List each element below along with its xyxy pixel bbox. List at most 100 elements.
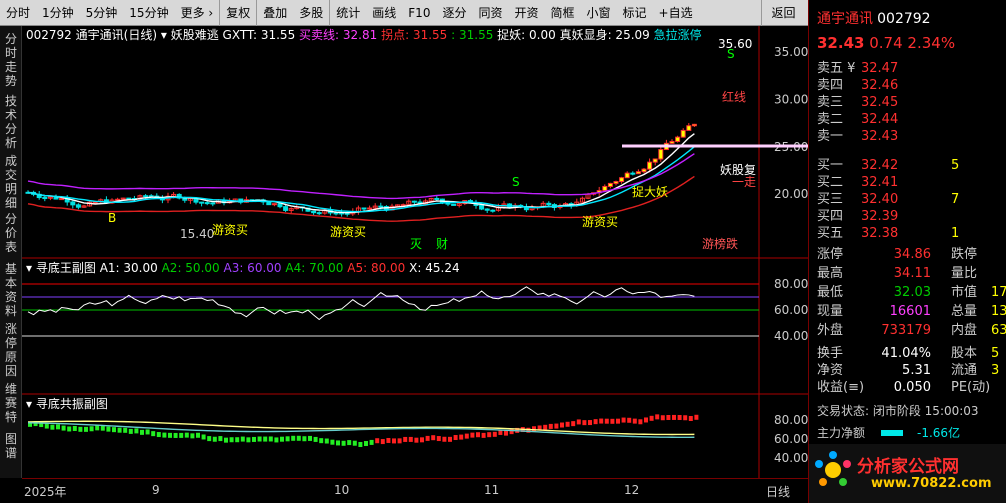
leftnav-item-1[interactable]: 技术分析 (4, 94, 18, 150)
quote-name: 通宇通讯 (817, 11, 873, 27)
res-bar (666, 415, 671, 421)
ask-row: 卖二 32.44 (817, 111, 898, 129)
res-bar (168, 432, 172, 438)
stat-label: 最低 (817, 285, 844, 300)
candle-body (479, 204, 485, 210)
res-bar (207, 436, 212, 442)
val3-value: : 31.55 (451, 28, 494, 42)
res-bar (442, 436, 447, 442)
res-bar (252, 436, 256, 442)
toolbar-item-1[interactable]: 1分钟 (36, 0, 80, 26)
back-button[interactable]: 返回 (761, 0, 805, 26)
quote-code: 002792 (877, 11, 931, 27)
toolbar-item-15[interactable]: 小窗 (581, 0, 617, 26)
candle-body (602, 185, 608, 192)
stat2-label: 换手 (817, 346, 844, 361)
bid-label: 买二 (817, 175, 844, 190)
bid-price: 32.42 (861, 158, 899, 173)
stat-row: 外盘 733179 内盘 63 (817, 322, 1006, 340)
res-bar (453, 435, 458, 441)
ask-row: 卖一 32.43 (817, 128, 898, 146)
bid-price: 32.39 (861, 209, 899, 224)
dropdown-icon[interactable]: ▾ (161, 28, 167, 42)
res-bar (44, 423, 49, 429)
toolbar-item-2[interactable]: 5分钟 (80, 0, 124, 26)
stat-value: 733179 (881, 323, 931, 338)
toolbar-item-7[interactable]: 多股 (293, 0, 329, 26)
toolbar-item-16[interactable]: 标记 (617, 0, 653, 26)
candle-body (266, 201, 272, 206)
res-bar (336, 440, 340, 446)
res-bar (218, 436, 223, 442)
leftnav-item-7[interactable]: 图谱 (4, 432, 18, 460)
chart-annotation: S (512, 175, 520, 189)
bid-row: 买一 32.42 5 (817, 157, 959, 175)
stat2-value2: 5 (991, 346, 1000, 361)
sub2-title[interactable]: 寻底共振副图 (36, 397, 108, 411)
leftnav-item-0[interactable]: 分时走势 (4, 32, 18, 88)
res-bar (268, 436, 273, 442)
toolbar-item-8[interactable]: 统计 (329, 0, 366, 26)
res-bar (112, 427, 116, 433)
res-bar (106, 426, 111, 432)
leftnav-item-6[interactable]: 维赛特 (4, 382, 18, 424)
indicator-name[interactable]: 妖股难逃 (171, 28, 219, 42)
toolbar-item-3[interactable]: 15分钟 (123, 0, 174, 26)
main-indicator-bar: 002792 通宇通讯(日线) ▾ 妖股难逃 GXTT: 31.55 买卖线: … (26, 26, 702, 42)
candle-body (635, 171, 641, 175)
kline-chart[interactable]: 35.0030.0025.0020.0080.0060.0040.0080.00… (22, 26, 808, 478)
toolbar-item-10[interactable]: F10 (402, 0, 436, 26)
ma5-line (27, 133, 695, 214)
candle-body (42, 197, 48, 200)
date-tick: 10 (334, 483, 350, 497)
res-bar (212, 436, 217, 442)
toolbar-item-17[interactable]: +自选 (653, 0, 699, 26)
leftnav-item-4[interactable]: 基本资料 (4, 262, 18, 318)
res-bar (364, 441, 368, 447)
res-bar (649, 415, 654, 421)
bid-row: 买三 32.40 7 (817, 191, 959, 209)
toolbar-item-11[interactable]: 逐分 (436, 0, 472, 26)
bid-price: 32.40 (861, 192, 899, 207)
chart-annotation: 游资买 (330, 225, 366, 239)
stock-code: 002792 (26, 28, 72, 42)
res-bar (375, 438, 380, 444)
date-tick: 9 (152, 483, 160, 497)
res-bar (604, 418, 609, 424)
price-tick: 20.00 (774, 187, 808, 201)
logo: 分析家公式网 www.70822.com (809, 444, 1006, 503)
stat2-label: 净资 (817, 363, 844, 378)
sub1-dropdown-icon[interactable]: ▾ (26, 261, 32, 275)
toolbar-item-6[interactable]: 叠加 (256, 0, 293, 26)
leftnav-item-5[interactable]: 涨停原因 (4, 322, 18, 378)
toolbar-item-14[interactable]: 简框 (545, 0, 581, 26)
toolbar-item-12[interactable]: 同资 (472, 0, 508, 26)
res-bar (134, 428, 139, 434)
gxtt-value: GXTT: 31.55 (222, 28, 296, 42)
toolbar-item-4[interactable]: 更多 › (175, 0, 220, 26)
ask-row: 卖三 32.45 (817, 94, 898, 112)
leftnav-item-3[interactable]: 分价表 (4, 212, 18, 254)
res-bar (492, 431, 497, 437)
bid-row: 买五 32.38 1 (817, 225, 959, 243)
sub1-title[interactable]: 寻底王副图 (36, 261, 96, 275)
ask-row: 卖五 ¥ 32.47 (817, 60, 898, 78)
res-bar (341, 440, 346, 446)
toolbar-item-9[interactable]: 画线 (366, 0, 402, 26)
toolbar-item-5[interactable]: 复权 (219, 0, 256, 26)
candle-body (647, 161, 653, 170)
sub2-dropdown-icon[interactable]: ▾ (26, 397, 32, 411)
toolbar-item-0[interactable]: 分时 (0, 0, 36, 26)
res-bar (672, 414, 676, 420)
res-bar (173, 432, 178, 438)
res-bar (660, 415, 665, 421)
res-bar (162, 432, 167, 438)
leftnav-item-2[interactable]: 成交明细 (4, 154, 18, 210)
res-bar (100, 425, 105, 431)
chart-area[interactable]: 35.0030.0025.0020.0080.0060.0040.0080.00… (22, 26, 808, 478)
toolbar-item-13[interactable]: 开资 (508, 0, 544, 26)
res-bar (688, 416, 693, 422)
stat2-row: 收益(≡) 0.050 PE(动) (817, 379, 991, 397)
ma10-line (27, 146, 695, 213)
stat2-row: 净资 5.31 流通 3 (817, 362, 999, 380)
